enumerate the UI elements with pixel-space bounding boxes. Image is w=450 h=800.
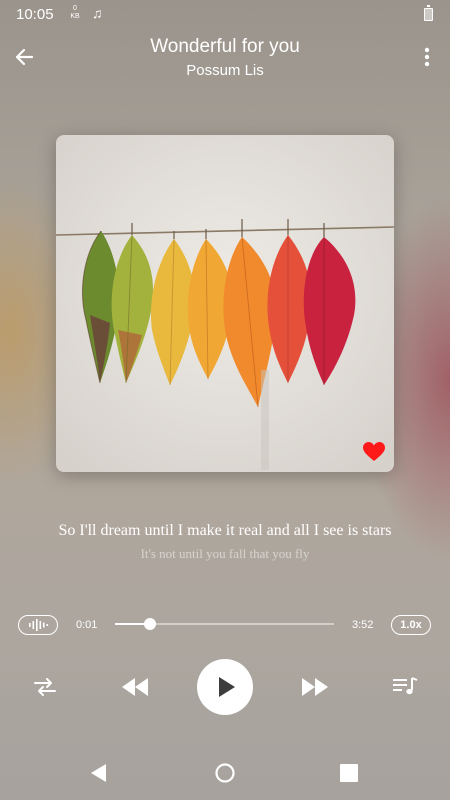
- fast-forward-icon: [302, 678, 328, 696]
- heart-icon: [363, 442, 385, 461]
- seek-bar[interactable]: [115, 618, 334, 630]
- album-art: [56, 135, 394, 472]
- network-speed-indicator: 0 KB: [68, 5, 82, 21]
- repeat-button[interactable]: [30, 674, 60, 700]
- play-queue-button[interactable]: [390, 674, 420, 700]
- network-speed-value: 0: [73, 5, 77, 12]
- song-title: Wonderful for you: [150, 36, 300, 57]
- nav-recents-button[interactable]: [340, 764, 358, 782]
- arrow-left-icon: [15, 48, 34, 66]
- triangle-back-icon: [91, 764, 106, 782]
- repeat-icon: [34, 678, 56, 696]
- nav-back-button[interactable]: [88, 762, 110, 784]
- song-artist: Possum Lis: [186, 62, 264, 79]
- total-duration: 3:52: [352, 619, 374, 631]
- equalizer-button[interactable]: [18, 615, 58, 635]
- nav-home-button[interactable]: [214, 762, 236, 784]
- playlist-icon: [393, 677, 418, 695]
- rewind-button[interactable]: [118, 674, 152, 700]
- battery-icon: [424, 5, 433, 21]
- network-speed-unit: KB: [70, 13, 80, 20]
- play-button[interactable]: [197, 659, 253, 715]
- fast-forward-button[interactable]: [298, 674, 332, 700]
- back-button[interactable]: [10, 42, 40, 72]
- lyric-current-line: So I'll dream until I make it real and a…: [58, 522, 392, 539]
- seek-thumb[interactable]: [144, 618, 157, 630]
- elapsed-time: 0:01: [76, 619, 98, 631]
- status-bar: 10:05 0 KB ♫: [0, 0, 450, 28]
- album-art-image: [56, 135, 394, 472]
- circle-home-icon: [215, 763, 235, 783]
- playback-speed-button[interactable]: 1.0x: [391, 615, 431, 635]
- more-vertical-icon: [424, 47, 430, 67]
- play-icon: [219, 677, 235, 697]
- rewind-icon: [122, 678, 148, 696]
- lyric-next-line: It's not until you fall that you fly: [140, 546, 310, 561]
- status-time: 10:05: [16, 6, 54, 23]
- playback-speed-label: 1.0x: [400, 619, 422, 631]
- equalizer-icon: [29, 619, 49, 631]
- more-options-button[interactable]: [414, 42, 440, 72]
- music-note-icon: ♫: [92, 5, 103, 21]
- favorite-button[interactable]: [362, 441, 386, 463]
